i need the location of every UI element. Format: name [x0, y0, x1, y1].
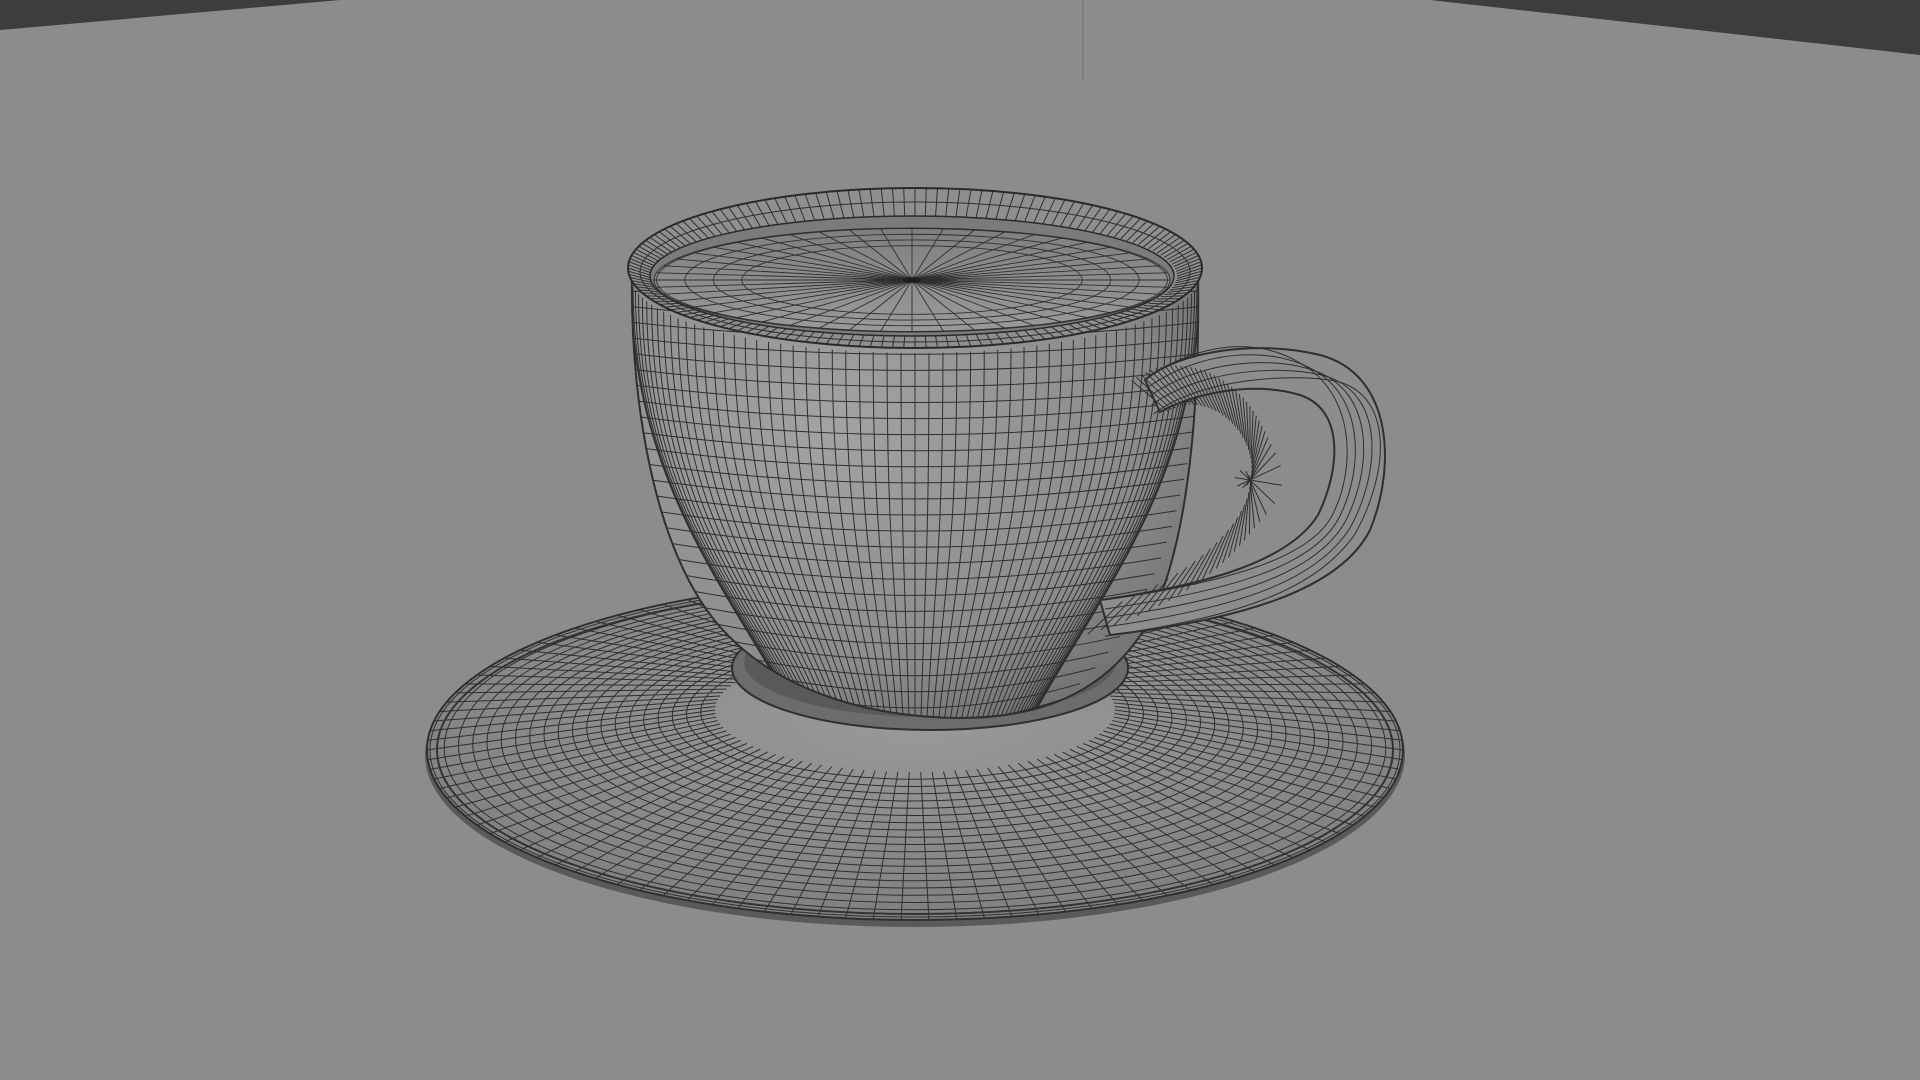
3d-viewport[interactable]	[0, 0, 1920, 1080]
viewport-corner-shadow-left	[0, 0, 340, 30]
viewport-corner-shadow-right	[1430, 0, 1920, 55]
viewport-canvas[interactable]	[0, 0, 1920, 1080]
